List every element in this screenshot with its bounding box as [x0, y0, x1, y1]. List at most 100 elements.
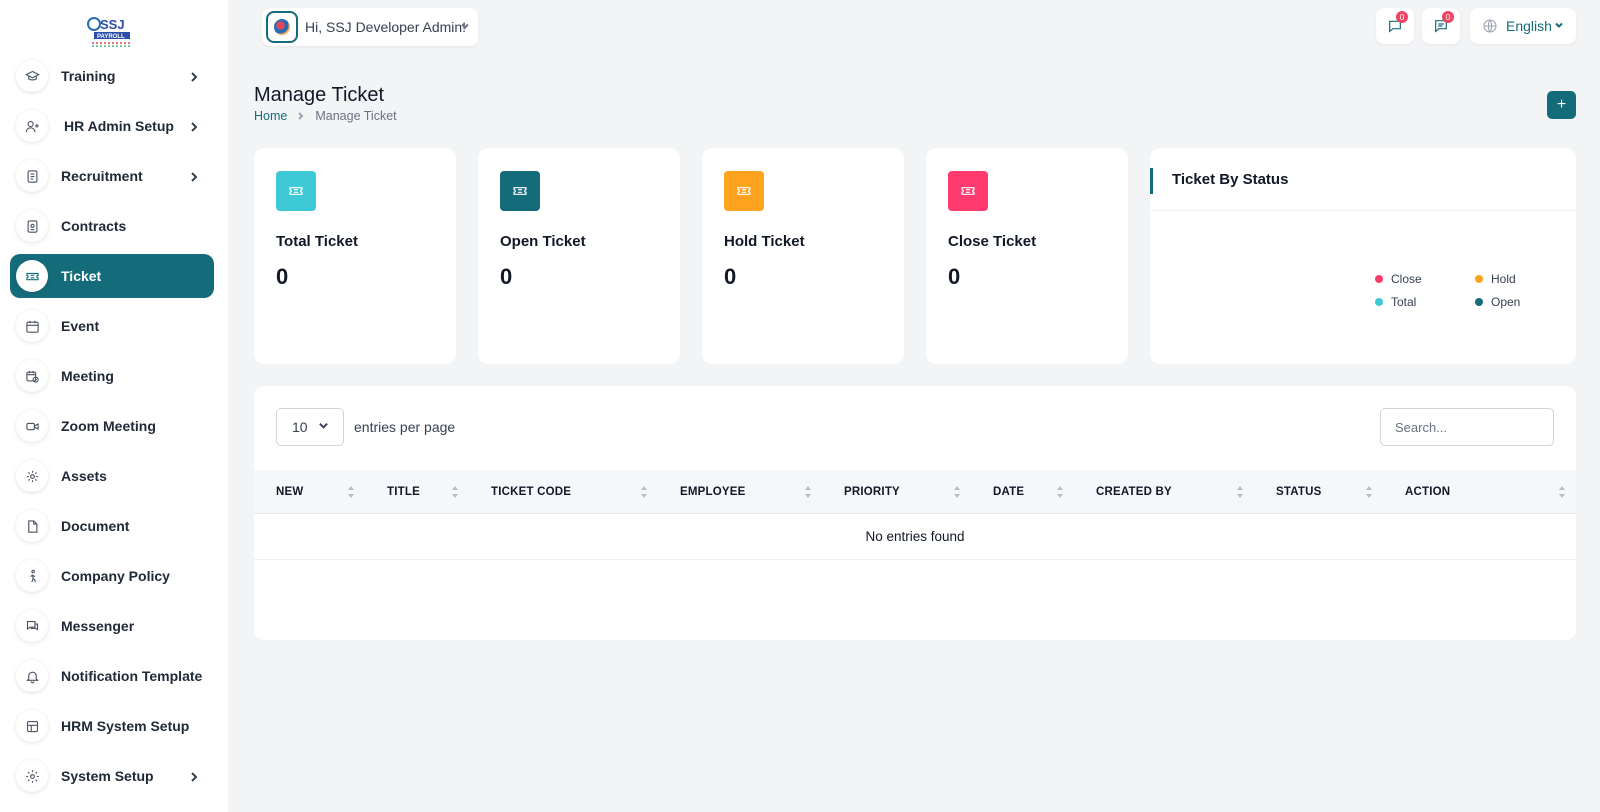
message-icon [16, 610, 48, 642]
sidebar-item-contracts[interactable]: Contracts [10, 204, 214, 248]
app-logo[interactable]: SSJ PAYROLL [86, 14, 136, 48]
breadcrumb-home[interactable]: Home [254, 109, 287, 123]
sidebar-item-hrm-system-setup[interactable]: HRM System Setup [10, 704, 214, 748]
chevron-right-icon [188, 70, 200, 82]
stat-label: Close Ticket [948, 233, 1037, 250]
sort-icon [1236, 485, 1244, 499]
language-label: English [1506, 18, 1552, 34]
sort-icon [1056, 485, 1064, 499]
column-header-ticket-code[interactable]: TICKET CODE [469, 470, 658, 514]
sidebar-item-label: Recruitment [61, 168, 143, 184]
sidebar-item-meeting[interactable]: Meeting [10, 354, 214, 398]
legend-label: Total [1391, 295, 1417, 309]
graduation-cap-icon [16, 60, 48, 92]
user-plus-icon [16, 110, 48, 142]
sidebar-item-label: Meeting [61, 368, 114, 384]
sidebar-item-label: HRM System Setup [61, 718, 190, 734]
stat-card-total: Total Ticket 0 [254, 148, 456, 364]
chevron-down-icon [460, 18, 470, 36]
chat-button[interactable]: 0 [1422, 8, 1460, 44]
entries-per-page-label: entries per page [354, 419, 456, 435]
ticket-icon [16, 260, 48, 292]
contract-icon [16, 210, 48, 242]
sidebar-item-label: Notification Template [61, 668, 203, 684]
sidebar-item-recruitment[interactable]: Recruitment [10, 154, 214, 198]
column-header-new[interactable]: NEW [254, 470, 365, 514]
sidebar-item-notification-template[interactable]: Notification Template [10, 654, 214, 698]
sidebar-item-assets[interactable]: Assets [10, 454, 214, 498]
column-header-date[interactable]: DATE [971, 470, 1074, 514]
column-header-title[interactable]: TITLE [365, 470, 469, 514]
stat-label: Total Ticket [276, 233, 358, 250]
stat-value: 0 [276, 264, 289, 289]
sort-icon [1365, 485, 1373, 499]
table-icon [16, 710, 48, 742]
user-menu[interactable]: Hi, SSJ Developer Admin! [262, 8, 478, 46]
legend-total[interactable]: Total [1375, 295, 1416, 309]
breadcrumb: Home Manage Ticket [254, 109, 397, 123]
sidebar-item-label: Ticket [61, 268, 102, 284]
svg-text:PAYROLL: PAYROLL [97, 34, 125, 40]
empty-table-message: No entries found [254, 514, 1576, 560]
chevron-right-icon [188, 770, 200, 782]
legend-label: Open [1491, 295, 1521, 309]
sidebar-item-training[interactable]: Training [10, 54, 214, 98]
sidebar-item-messenger[interactable]: Messenger [10, 604, 214, 648]
add-ticket-button[interactable]: + [1547, 91, 1576, 119]
legend-label: Close [1391, 272, 1422, 286]
ticket-table-card: 10 entries per page NEW TITLE TICKET COD… [254, 386, 1576, 640]
stat-label: Open Ticket [500, 233, 586, 250]
calendar-icon [16, 310, 48, 342]
accent-bar [1150, 168, 1153, 194]
file-icon [16, 510, 48, 542]
sidebar-item-label: Company Policy [61, 568, 170, 584]
legend-label: Hold [1491, 272, 1516, 286]
sidebar-item-label: Training [61, 68, 116, 84]
column-header-action[interactable]: ACTION [1383, 470, 1576, 514]
stat-label: Hold Ticket [724, 233, 805, 250]
messages-button[interactable]: 0 [1376, 8, 1414, 44]
sidebar-item-label: Event [61, 318, 100, 334]
legend-open[interactable]: Open [1475, 295, 1520, 309]
stat-card-open: Open Ticket 0 [478, 148, 680, 364]
sort-icon [1558, 485, 1566, 499]
sidebar-item-event[interactable]: Event [10, 304, 214, 348]
sidebar-item-label: Document [61, 518, 130, 534]
chevron-right-icon [188, 120, 200, 132]
svg-text:SSJ: SSJ [100, 17, 125, 32]
legend-close[interactable]: Close [1375, 272, 1422, 286]
column-header-priority[interactable]: PRIORITY [822, 470, 971, 514]
search-input[interactable] [1380, 408, 1554, 446]
legend-hold[interactable]: Hold [1475, 272, 1516, 286]
sidebar-item-hr-admin-setup[interactable]: HR Admin Setup [10, 104, 214, 148]
legend-dot [1375, 298, 1383, 306]
divider [1150, 210, 1576, 211]
sort-icon [953, 485, 961, 499]
column-header-created-by[interactable]: CREATED BY [1074, 470, 1254, 514]
column-header-status[interactable]: STATUS [1254, 470, 1383, 514]
sidebar-item-ticket[interactable]: Ticket [10, 254, 214, 298]
ticket-icon [948, 171, 988, 211]
sidebar-item-document[interactable]: Document [10, 504, 214, 548]
sidebar-item-company-policy[interactable]: Company Policy [10, 554, 214, 598]
entries-per-page-select[interactable]: 10 [276, 408, 344, 446]
ticket-icon [500, 171, 540, 211]
sidebar-item-label: HR Admin Setup [64, 118, 174, 134]
messages-badge: 0 [1396, 11, 1408, 23]
sidebar-item-zoom-meeting[interactable]: Zoom Meeting [10, 404, 214, 448]
sort-icon [347, 485, 355, 499]
chart-title: Ticket By Status [1172, 171, 1289, 188]
stat-value: 0 [500, 264, 513, 289]
user-greeting: Hi, SSJ Developer Admin! [305, 19, 467, 35]
sidebar-item-label: Contracts [61, 218, 127, 234]
sidebar-item-label: Assets [61, 468, 107, 484]
gear-icon [16, 760, 48, 792]
legend-dot [1475, 275, 1483, 283]
legend-dot [1375, 275, 1383, 283]
sidebar-item-system-setup[interactable]: System Setup [10, 754, 214, 798]
column-header-employee[interactable]: EMPLOYEE [658, 470, 822, 514]
sort-icon [640, 485, 648, 499]
breadcrumb-current: Manage Ticket [315, 109, 397, 123]
language-selector[interactable]: English [1470, 8, 1576, 44]
chevron-right-icon [188, 170, 200, 182]
